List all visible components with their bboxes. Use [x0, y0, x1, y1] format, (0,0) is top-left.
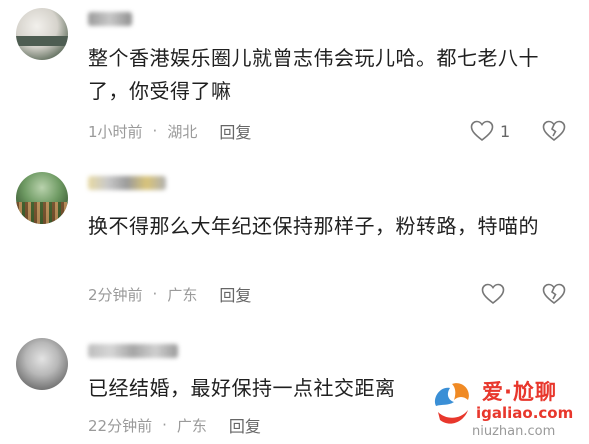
- watermark-url: igaliao.com: [476, 404, 574, 422]
- comment-location: 湖北: [167, 122, 198, 141]
- watermark: 爱·尬聊 igaliao.com niuzhan.com: [428, 372, 589, 444]
- comment-text: 整个香港娱乐圈儿就曾志伟会玩儿哈。都七老八十了，你受得了嘛: [88, 46, 539, 103]
- avatar[interactable]: [16, 8, 68, 60]
- reply-button[interactable]: 回复: [229, 413, 261, 437]
- comment-item: 换不得那么大年纪还保持那样子，粉转路，特喵的 2分钟前 · 广东 回复: [0, 160, 589, 310]
- comment-time: 1小时前: [88, 122, 143, 141]
- heart-outline-icon: [470, 120, 494, 142]
- watermark-logo-icon: [428, 376, 476, 440]
- comment-time: 2分钟前: [88, 285, 143, 304]
- comment-text: 已经结婚，最好保持一点社交距离: [88, 376, 396, 400]
- broken-heart-icon: [542, 283, 566, 305]
- comment-location: 广东: [176, 416, 207, 435]
- reply-button[interactable]: 回复: [219, 282, 251, 306]
- reply-button[interactable]: 回复: [219, 119, 251, 143]
- comment-meta: 22分钟前 · 广东 回复: [88, 414, 261, 436]
- watermark-url-secondary: niuzhan.com: [472, 424, 556, 439]
- username-blurred[interactable]: [88, 176, 166, 190]
- comment-text: 换不得那么大年纪还保持那样子，粉转路，特喵的: [88, 214, 539, 238]
- dislike-button[interactable]: [542, 283, 566, 305]
- like-button[interactable]: [481, 283, 511, 305]
- watermark-title: 爱·尬聊: [482, 380, 557, 404]
- username-blurred[interactable]: [88, 344, 178, 358]
- separator: ·: [152, 285, 158, 303]
- comment-meta: 1小时前 · 湖北 回复: [88, 120, 251, 142]
- heart-outline-icon: [481, 283, 505, 305]
- comment-item: 整个香港娱乐圈儿就曾志伟会玩儿哈。都七老八十了，你受得了嘛 1小时前 · 湖北 …: [0, 0, 589, 150]
- comment-location: 广东: [167, 285, 198, 304]
- broken-heart-icon: [542, 120, 566, 142]
- comment-meta: 2分钟前 · 广东 回复: [88, 283, 251, 305]
- comment-time: 22分钟前: [88, 416, 153, 435]
- avatar[interactable]: [16, 172, 68, 224]
- username-blurred[interactable]: [88, 12, 132, 26]
- separator: ·: [152, 122, 158, 140]
- like-count: 1: [500, 121, 511, 141]
- separator: ·: [162, 416, 167, 434]
- dislike-button[interactable]: [542, 120, 566, 142]
- like-button[interactable]: 1: [470, 120, 510, 142]
- avatar[interactable]: [16, 338, 68, 390]
